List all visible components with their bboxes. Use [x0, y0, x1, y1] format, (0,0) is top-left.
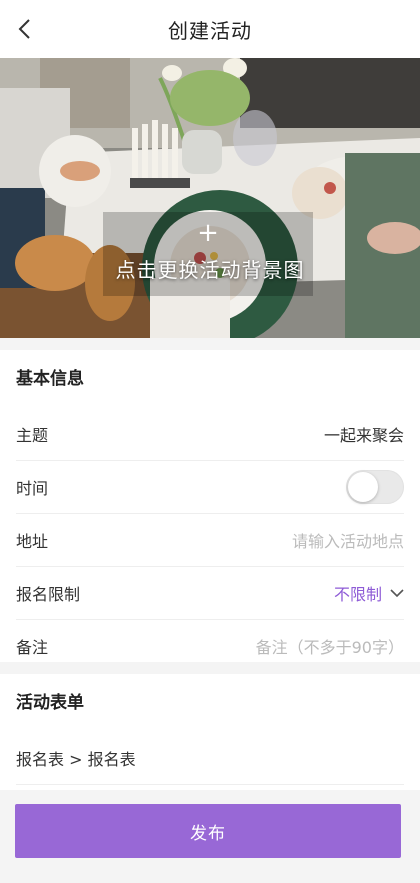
- topic-label: 主题: [16, 426, 49, 445]
- section-title-activity-form: 活动表单: [16, 693, 84, 713]
- signup-limit-label: 报名限制: [16, 585, 81, 604]
- time-toggle[interactable]: [346, 470, 404, 504]
- signup-limit-row[interactable]: 报名限制 不限制: [16, 567, 404, 620]
- signup-limit-select[interactable]: 不限制: [334, 581, 404, 605]
- remark-input[interactable]: 备注（不多于90字）: [256, 634, 404, 658]
- topic-row[interactable]: 主题 一起来聚会: [16, 408, 404, 461]
- address-input[interactable]: 请输入活动地点: [292, 528, 404, 552]
- time-label: 时间: [16, 479, 49, 498]
- remark-label: 备注: [16, 638, 49, 657]
- cover-photo: [0, 58, 420, 338]
- toggle-knob: [348, 472, 378, 502]
- plus-icon: +: [197, 218, 219, 248]
- signup-form-row[interactable]: 报名表 > 报名表: [16, 732, 404, 785]
- page-title: 创建活动: [168, 18, 252, 43]
- top-nav-bar: 创建活动: [0, 0, 420, 58]
- cover-image-picker[interactable]: + 点击更换活动背景图: [0, 58, 420, 338]
- basic-info-section: 基本信息 主题 一起来聚会 时间 地址 请输入活动地点 报名限制 不限制 备注 …: [0, 350, 420, 662]
- publish-button[interactable]: 发布: [15, 804, 401, 858]
- section-title-basic-info: 基本信息: [16, 369, 84, 389]
- signup-form-path: 报名表 > 报名表: [16, 750, 136, 769]
- chevron-down-icon: [390, 589, 404, 598]
- chevron-left-icon: [18, 19, 30, 39]
- change-cover-label: 点击更换活动背景图: [115, 258, 305, 282]
- activity-form-section: 活动表单 报名表 > 报名表: [0, 674, 420, 790]
- time-row: 时间: [16, 461, 404, 514]
- address-row[interactable]: 地址 请输入活动地点: [16, 514, 404, 567]
- back-button[interactable]: [12, 15, 36, 43]
- signup-limit-value: 不限制: [333, 585, 382, 604]
- topic-value[interactable]: 一起来聚会: [324, 422, 404, 446]
- remark-row[interactable]: 备注 备注（不多于90字）: [16, 620, 404, 672]
- address-label: 地址: [16, 532, 49, 551]
